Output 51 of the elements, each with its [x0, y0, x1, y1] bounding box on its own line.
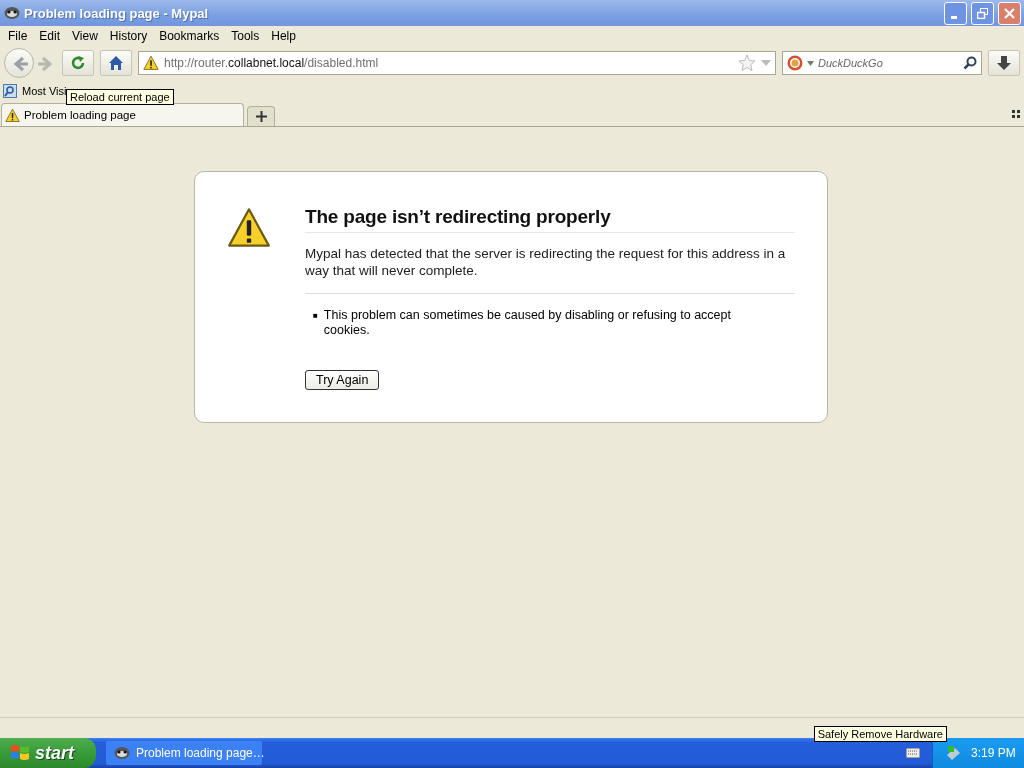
- menu-item[interactable]: Bookmarks: [153, 29, 226, 43]
- menu-item[interactable]: Help: [265, 29, 302, 43]
- menu-item[interactable]: Edit: [33, 29, 67, 43]
- menu-item[interactable]: History: [103, 29, 154, 43]
- search-field[interactable]: DuckDuckGo: [782, 51, 982, 75]
- bookmark-folder-icon: [3, 84, 17, 98]
- windows-logo-icon: [10, 744, 30, 762]
- home-icon: [108, 55, 124, 71]
- close-icon: [1004, 7, 1015, 19]
- minimize-button[interactable]: [944, 1, 967, 25]
- dropdown-icon[interactable]: [761, 59, 771, 67]
- error-description: Mypal has detected that the server is redirecting the request for this address in a way that will never complete.: [305, 245, 787, 279]
- address-field[interactable]: http://router.collabnet.local/disabled.html: [138, 51, 776, 75]
- tooltip: Safely Remove Hardware: [813, 726, 947, 742]
- search-icon[interactable]: [963, 56, 977, 70]
- tab-list-icon[interactable]: [1012, 110, 1020, 118]
- taskbar-button[interactable]: Problem loading page…: [106, 741, 262, 765]
- download-button[interactable]: [988, 50, 1020, 76]
- app-icon: [4, 6, 20, 20]
- reload-button[interactable]: [62, 50, 94, 76]
- warning-icon: [227, 206, 271, 250]
- hardware-icon[interactable]: [945, 745, 961, 761]
- hint-text: This problem can sometimes be caused by disabling or refusing to accept cookies.: [323, 308, 732, 338]
- close-button[interactable]: [998, 1, 1021, 25]
- clock: 3:19 PM: [971, 746, 1016, 760]
- star-icon[interactable]: [738, 54, 756, 72]
- warning-icon: [5, 107, 20, 123]
- window-title: Problem loading page - Mypal: [24, 5, 210, 21]
- bookmark-item[interactable]: Most Visi: [22, 85, 67, 97]
- minimize-icon: [951, 15, 957, 19]
- back-button[interactable]: [4, 48, 34, 78]
- download-arrow-icon: [996, 55, 1012, 71]
- restore-icon: [977, 7, 988, 19]
- new-tab-button[interactable]: [247, 106, 275, 126]
- reload-icon: [70, 55, 86, 71]
- browser-tab[interactable]: Problem loading page: [1, 103, 244, 126]
- menu-item[interactable]: File: [2, 29, 34, 43]
- menu-item[interactable]: Tools: [225, 29, 266, 43]
- restore-button[interactable]: [971, 1, 994, 25]
- keyboard-icon[interactable]: [906, 748, 920, 758]
- menu-item[interactable]: View: [66, 29, 104, 43]
- app-icon: [114, 746, 130, 760]
- warning-icon: [143, 55, 159, 71]
- bullet-marker: ■: [313, 310, 318, 322]
- error-title: The page isn’t redirecting properly: [305, 206, 795, 233]
- home-button[interactable]: [100, 50, 132, 76]
- tooltip: Reload current page: [66, 89, 174, 105]
- start-button[interactable]: start: [0, 738, 96, 768]
- try-again-button[interactable]: Try Again: [305, 370, 380, 390]
- plus-icon: [255, 111, 267, 122]
- dropdown-icon[interactable]: [807, 60, 814, 66]
